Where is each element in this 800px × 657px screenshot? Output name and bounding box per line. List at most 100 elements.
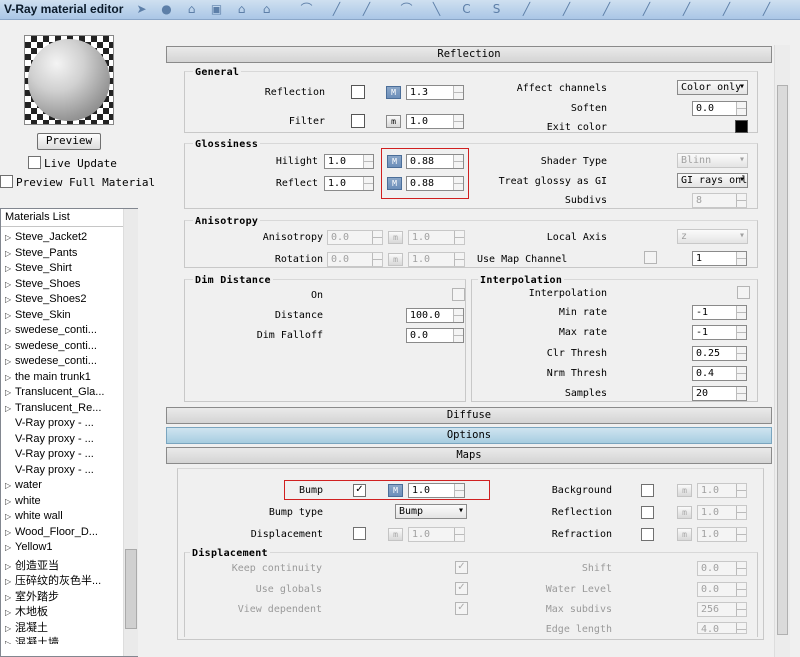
expand-arrow-icon[interactable]: ▷ (5, 577, 15, 586)
toolbar-arc-icon[interactable]: ⌒ (400, 3, 413, 16)
list-item[interactable]: ▷ swedese_conti... (5, 355, 125, 370)
hilight-map-button[interactable]: M (387, 155, 402, 168)
toolbar-paint-icon[interactable]: ╱ (520, 3, 533, 16)
exit-color-swatch[interactable] (735, 120, 748, 133)
expand-arrow-icon[interactable]: ▷ (5, 639, 15, 644)
min-rate-input[interactable]: -1 (692, 305, 747, 320)
rotation-map-button[interactable]: m (388, 253, 403, 266)
reflection-map-checkbox[interactable] (641, 506, 654, 519)
reflection-map-button[interactable]: M (386, 86, 401, 99)
rollout-diffuse[interactable]: Diffuse (166, 407, 772, 424)
toolbar-knife-icon[interactable]: ╱ (560, 3, 573, 16)
interpolation-checkbox[interactable] (737, 286, 750, 299)
list-item[interactable]: V-Ray proxy - ... (5, 464, 125, 479)
anisotropy-map-button[interactable]: m (388, 231, 403, 244)
background-amount-input[interactable]: 1.0 (697, 483, 747, 498)
list-item[interactable]: ▷ swedese_conti... (5, 340, 125, 355)
refraction-map-checkbox[interactable] (641, 528, 654, 541)
expand-arrow-icon[interactable]: ▷ (5, 342, 15, 351)
reflect-map-amount[interactable]: 0.88 (406, 176, 464, 191)
toolbar-tool5-icon[interactable]: ╱ (760, 3, 773, 16)
displacement-amount-input[interactable]: 1.0 (408, 527, 465, 542)
settings-scroll-thumb[interactable] (777, 85, 788, 635)
rollout-reflection[interactable]: Reflection (166, 46, 772, 63)
view-dependent-checkbox[interactable]: ✓ (455, 602, 468, 615)
reflection-map-m-button[interactable]: m (677, 506, 692, 519)
materials-list[interactable]: Materials List ▷ Steve_Jacket2 ▷ Steve_Pant… (0, 208, 138, 657)
refraction-map-amount[interactable]: 1.0 (697, 527, 747, 542)
expand-arrow-icon[interactable]: ▷ (5, 528, 15, 537)
anisotropy-input[interactable]: 0.0 (327, 230, 383, 245)
list-item[interactable]: ▷ Wood_Floor_D... (5, 526, 125, 541)
max-rate-input[interactable]: -1 (692, 325, 747, 340)
background-map-button[interactable]: m (677, 484, 692, 497)
toolbar-tool3-icon[interactable]: ╱ (680, 3, 693, 16)
bump-checkbox[interactable]: ✓ (353, 484, 366, 497)
expand-arrow-icon[interactable]: ▷ (5, 512, 15, 521)
toolbar-curve-icon[interactable]: ⌒ (300, 3, 313, 16)
map-channel-input[interactable]: 1 (692, 251, 747, 266)
reflect-map-button[interactable]: M (387, 177, 402, 190)
reflection-map-amount[interactable]: 1.0 (697, 505, 747, 520)
nrm-thresh-input[interactable]: 0.4 (692, 366, 747, 381)
toolbar-pen-icon[interactable]: ╱ (330, 3, 343, 16)
hilight-input[interactable]: 1.0 (324, 154, 374, 169)
expand-arrow-icon[interactable]: ▷ (5, 497, 15, 506)
expand-arrow-icon[interactable]: ▷ (5, 593, 15, 602)
toolbar-arrow-icon[interactable]: ➤ (135, 3, 148, 16)
toolbar-tool2-icon[interactable]: ╱ (640, 3, 653, 16)
settings-scrollbar[interactable] (774, 45, 790, 657)
list-item[interactable]: ▷ Translucent_Gla... (5, 386, 125, 401)
affect-channels-dropdown[interactable]: Color only (677, 80, 748, 95)
list-item[interactable]: V-Ray proxy - ... (5, 417, 125, 432)
list-item[interactable]: ▷ Steve_Jacket2 (5, 231, 125, 246)
list-item[interactable]: ▷ 混凝土 (5, 619, 125, 634)
toolbar-brush-icon[interactable]: ╱ (360, 3, 373, 16)
treat-glossy-dropdown[interactable]: GI rays only (677, 173, 748, 188)
dim-on-checkbox[interactable] (452, 288, 465, 301)
expand-arrow-icon[interactable]: ▷ (5, 233, 15, 242)
list-item[interactable]: ▷ water (5, 479, 125, 494)
hilight-map-amount[interactable]: 0.88 (406, 154, 464, 169)
expand-arrow-icon[interactable]: ▷ (5, 311, 15, 320)
soften-input[interactable]: 0.0 (692, 101, 747, 116)
use-globals-checkbox[interactable]: ✓ (455, 582, 468, 595)
list-item[interactable]: ▷ Yellow1 (5, 541, 125, 556)
local-axis-dropdown[interactable]: z (677, 229, 748, 244)
max-subdivs-input[interactable]: 256 (697, 602, 747, 617)
toolbar-c-icon[interactable]: C (460, 3, 473, 16)
list-item[interactable]: ▷ 木地板 (5, 603, 125, 618)
rotation-map-amount[interactable]: 1.0 (408, 252, 465, 267)
filter-map-button[interactable]: m (386, 115, 401, 128)
preview-button[interactable]: Preview (37, 133, 101, 150)
shift-input[interactable]: 0.0 (697, 561, 747, 576)
list-item[interactable]: ▷ 压碎纹的灰色半... (5, 572, 125, 587)
list-item[interactable]: ▷ Steve_Skin (5, 309, 125, 324)
background-checkbox[interactable] (641, 484, 654, 497)
materials-scroll-thumb[interactable] (125, 549, 137, 629)
expand-arrow-icon[interactable]: ▷ (5, 326, 15, 335)
subdivs-input[interactable]: 8 (692, 193, 747, 208)
list-item[interactable]: ▷ Translucent_Re... (5, 402, 125, 417)
dim-falloff-input[interactable]: 0.0 (406, 328, 464, 343)
toolbar-house-icon[interactable]: ⌂ (235, 3, 248, 16)
toolbar-home2-icon[interactable]: ⌂ (260, 3, 273, 16)
list-item[interactable]: ▷ the main trunk1 (5, 371, 125, 386)
expand-arrow-icon[interactable]: ▷ (5, 264, 15, 273)
bump-amount-input[interactable]: 1.0 (408, 483, 465, 498)
displacement-map-button[interactable]: m (388, 528, 403, 541)
list-item[interactable]: ▷ white wall (5, 510, 125, 525)
edge-length-input[interactable]: 4.0 (697, 622, 747, 634)
use-map-channel-checkbox[interactable] (644, 251, 657, 264)
water-level-input[interactable]: 0.0 (697, 582, 747, 597)
expand-arrow-icon[interactable]: ▷ (5, 295, 15, 304)
list-item[interactable]: ▷ Steve_Shoes (5, 278, 125, 293)
reflect-glossiness-input[interactable]: 1.0 (324, 176, 374, 191)
expand-arrow-icon[interactable]: ▷ (5, 388, 15, 397)
toolbar-camera-icon[interactable]: ▣ (210, 3, 223, 16)
expand-arrow-icon[interactable]: ▷ (5, 373, 15, 382)
expand-arrow-icon[interactable]: ▷ (5, 481, 15, 490)
expand-arrow-icon[interactable]: ▷ (5, 280, 15, 289)
toolbar-tool4-icon[interactable]: ╱ (720, 3, 733, 16)
toolbar-sphere-icon[interactable]: ● (160, 3, 173, 16)
